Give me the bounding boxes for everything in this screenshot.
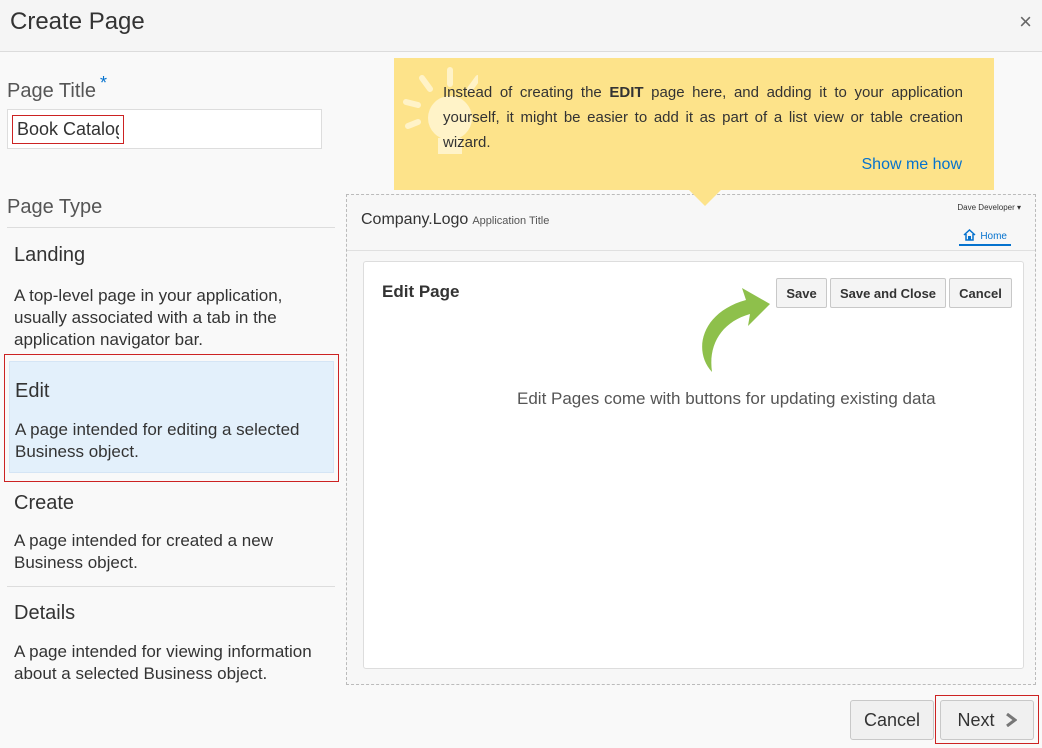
page-type-label: Page Type [7,196,103,218]
dialog-header: Create Page × [0,0,1042,52]
selection-highlight: Edit A page intended for editing a selec… [4,354,339,482]
tip-pointer [689,190,721,206]
page-title-input[interactable] [12,115,124,144]
preview-logo-text: Company.Logo [361,211,469,228]
page-type-landing-label: Landing [14,244,86,266]
dialog-title: Create Page [10,8,145,35]
tip-callout: Instead of creating the EDIT page here, … [394,58,994,206]
page-type-create-label: Create [14,492,75,514]
preview-card: Edit Page Save Save and Close Cancel Edi… [363,261,1024,669]
cancel-button[interactable]: Cancel [850,700,934,740]
divider [347,250,1035,251]
page-type-landing-description: A top-level page in your application, us… [14,286,283,349]
page-type-details-description: A page intended for viewing information … [14,642,312,683]
page-type-edit[interactable]: Edit A page intended for editing a selec… [9,361,334,473]
preview-home-tab: Home [959,229,1011,246]
page-type-create-description: A page intended for created a new Busine… [14,531,273,572]
edit-page-preview: Company.Logo Application Title Dave Devel… [346,194,1036,685]
page-type-edit-description: A page intended for editing a selected B… [15,420,300,461]
page-type-create[interactable]: Create A page intended for created a new… [7,478,335,586]
preview-home-label: Home [980,231,1007,242]
next-button[interactable]: Next [940,700,1034,740]
tip-message: Instead of creating the EDIT page here, … [443,80,963,155]
preview-cancel-button: Cancel [949,278,1012,308]
preview-company-logo: Company.Logo Application Title [361,211,549,229]
page-title-label: Page Title * [7,73,107,103]
home-icon [963,229,976,241]
page-type-details[interactable]: Details A page intended for viewing info… [7,587,335,695]
next-button-label: Next [957,709,995,730]
tip-text-bold: EDIT [609,84,644,101]
required-asterisk: * [99,73,107,93]
preview-app-title: Application Title [472,215,550,227]
page-type-landing[interactable]: Landing A top-level page in your applica… [7,229,335,351]
preview-user-menu: Dave Developer ▾ [957,203,1021,212]
tip-text-before: Instead of creating the [443,84,610,101]
close-icon[interactable]: × [1019,11,1032,33]
next-button-highlight: Next [935,695,1039,744]
preview-save-button: Save [776,278,827,308]
page-title-field [7,109,322,149]
preview-caption: Edit Pages come with buttons for updatin… [517,389,936,408]
preview-card-title: Edit Page [382,282,460,301]
divider [7,227,335,228]
page-type-details-label: Details [14,602,76,624]
chevron-right-icon [1005,712,1017,727]
page-title-label-text: Page Title [7,80,96,102]
show-me-how-link[interactable]: Show me how [862,156,963,174]
curved-arrow-icon [702,288,770,372]
preview-save-close-button: Save and Close [830,278,946,308]
page-type-edit-label: Edit [15,380,50,402]
